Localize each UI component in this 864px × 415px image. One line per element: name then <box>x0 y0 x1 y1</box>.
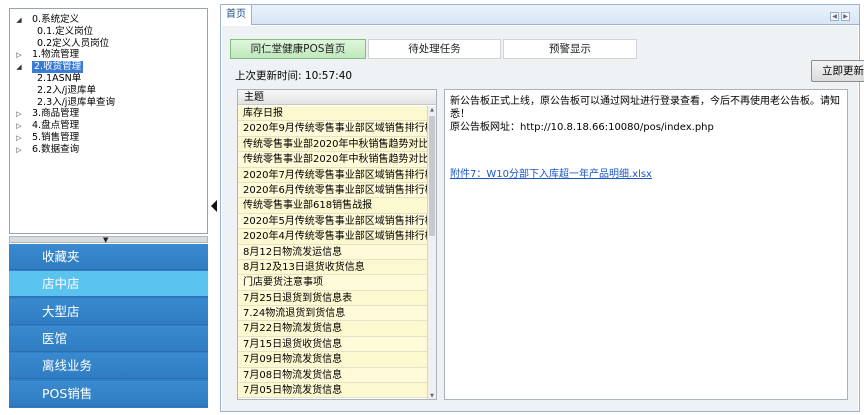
notice-url-line: 原公告板网址：http://10.8.18.66:10080/pos/index… <box>450 122 714 133</box>
nav-item[interactable]: 离线业务 <box>9 353 208 380</box>
tab-scroll-left-icon[interactable]: ◀ <box>830 12 839 21</box>
menu-tree: ◢ 0.系统定义 0.1.定义岗位 0.2定义人员岗位 ▷ 1.物流管理 ◢ 2.收货管理 2.… <box>9 8 208 234</box>
topic-list: 主题 库存日报 2020年9月传统零售事业部区域销售排行榜 传统零售事业部2020年… <box>237 89 437 400</box>
collapsed-arrow-icon[interactable]: ▷ <box>14 108 24 120</box>
notice-panel: 新公告板正式上线，原公告板可以通过网址进行登录查看，今后不再使用老公告板。请知悉… <box>444 89 848 400</box>
nav-item[interactable]: POS销售 <box>9 380 208 407</box>
list-item[interactable]: 2020年9月传统零售事业部区域销售排行榜 <box>238 121 427 137</box>
collapsed-arrow-icon[interactable]: ▷ <box>14 132 24 144</box>
list-item[interactable]: 7.24物流退货到货信息 <box>238 306 427 322</box>
tree-item-label: 6.数据查询 <box>32 143 80 155</box>
scroll-thumb[interactable] <box>429 116 435 236</box>
tree-item-label: 2.3入/j退库单查询 <box>37 96 115 108</box>
notice-text: 新公告板正式上线，原公告板可以通过网址进行登录查看，今后不再使用老公告板。请知悉… <box>450 96 840 120</box>
scroll-down-icon[interactable]: ▼ <box>428 392 436 399</box>
last-update: 上次更新时间: 10:57:40 <box>235 68 352 83</box>
subtab-pending-tasks[interactable]: 待处理任务 <box>368 39 501 59</box>
list-header: 主题 <box>238 90 436 105</box>
main-panel: 首页 ◀ ▶ 同仁堂健康POS首页 待处理任务 预警显示 上次更新时间: 10:… <box>220 4 864 412</box>
tree-item-label: 5.销售管理 <box>32 132 80 143</box>
list-item[interactable]: 库存日报 <box>238 106 427 122</box>
triangle-left-icon[interactable] <box>211 200 217 212</box>
nav-item[interactable]: 医馆 <box>9 325 208 352</box>
tab-scroll-right-icon[interactable]: ▶ <box>841 12 850 21</box>
expanded-arrow-icon[interactable]: ◢ <box>14 61 24 73</box>
list-item[interactable]: 7月05日物流发货信息 <box>238 383 427 399</box>
tree-item-label: 2.收货管理 <box>32 61 84 74</box>
collapsed-arrow-icon[interactable]: ▷ <box>14 144 24 156</box>
collapsed-arrow-icon[interactable]: ▷ <box>14 49 24 61</box>
list-item[interactable]: 传统零售事业部618销售战报 <box>238 198 427 214</box>
home-content: 同仁堂健康POS首页 待处理任务 预警显示 上次更新时间: 10:57:40 立… <box>222 26 864 411</box>
list-scrollbar[interactable]: ▲ ▼ <box>427 106 436 399</box>
update-now-button[interactable]: 立即更新 <box>811 60 864 82</box>
tree-item-label: 0.系统定义 <box>32 14 80 25</box>
list-item[interactable]: 2020年5月传统零售事业部区域销售排行榜 <box>238 213 427 230</box>
collapse-sidebar-handle[interactable] <box>211 196 217 218</box>
last-update-label: 上次更新时间: <box>235 70 302 82</box>
scroll-up-icon[interactable]: ▲ <box>428 106 436 114</box>
nav-item[interactable]: 收藏夹 <box>9 244 208 270</box>
tree-item-label: 2.1ASN单 <box>37 73 82 84</box>
tree-item-label: 3.商品管理 <box>32 108 80 120</box>
expanded-arrow-icon[interactable]: ◢ <box>14 14 24 26</box>
attachment-link[interactable]: 附件7：W10分部下入库超一年产品明细.xlsx <box>450 168 652 181</box>
list-rows: 库存日报 2020年9月传统零售事业部区域销售排行榜 传统零售事业部2020年中秋销… <box>238 106 427 399</box>
nav-item[interactable]: 店中店 <box>9 271 208 298</box>
chevron-down-icon[interactable]: ▼ <box>103 237 108 244</box>
tree-item-label: 2.2入/j退库单 <box>37 84 96 96</box>
tab-home[interactable]: 首页 <box>221 5 252 25</box>
tree-item-label: 0.2定义人员岗位 <box>37 37 110 49</box>
list-item[interactable]: 7月15日退货收货信息 <box>238 336 427 353</box>
tree-item-label: 1.物流管理 <box>32 49 80 61</box>
list-item[interactable]: 7月25日退货到货信息表 <box>238 290 427 307</box>
list-item[interactable]: 8月12及13日退货收货信息 <box>238 259 427 276</box>
list-item[interactable]: 2020年4月传统零售事业部区域销售排行榜 <box>238 229 427 245</box>
list-item[interactable]: 传统零售事业部2020年中秋销售趋势对比 <box>238 152 427 168</box>
list-item[interactable]: 7月08日物流发货信息 <box>238 367 427 384</box>
list-item[interactable]: 传统零售事业部2020年中秋销售趋势对比 <box>238 136 427 153</box>
collapsed-arrow-icon[interactable]: ▷ <box>14 120 24 132</box>
list-item[interactable]: 7月22日物流发货信息 <box>238 321 427 337</box>
list-item[interactable]: 7月09日物流发货信息 <box>238 352 427 368</box>
tab-bar: 首页 ◀ ▶ <box>221 5 859 25</box>
list-item[interactable]: 2020年7月传统零售事业部区域销售排行榜 <box>238 167 427 183</box>
tree-item-label: 4.盘点管理 <box>32 120 80 132</box>
list-item[interactable]: 2020年6月传统零售事业部区域销售排行榜 <box>238 182 427 199</box>
subtab-warnings[interactable]: 预警显示 <box>503 39 637 59</box>
list-item[interactable]: 8月12日物流发运信息 <box>238 244 427 260</box>
subtab-pos-home[interactable]: 同仁堂健康POS首页 <box>230 39 366 59</box>
tree-item-label: 0.1.定义岗位 <box>37 25 94 37</box>
tree-splitter[interactable]: ▼ <box>9 236 208 244</box>
nav-item[interactable]: 大型店 <box>9 298 208 325</box>
last-update-time: 10:57:40 <box>304 70 353 82</box>
list-item[interactable]: 门店要货注意事项 <box>238 275 427 291</box>
module-nav: 收藏夹 店中店 大型店 医馆 离线业务 POS销售 <box>9 244 208 408</box>
